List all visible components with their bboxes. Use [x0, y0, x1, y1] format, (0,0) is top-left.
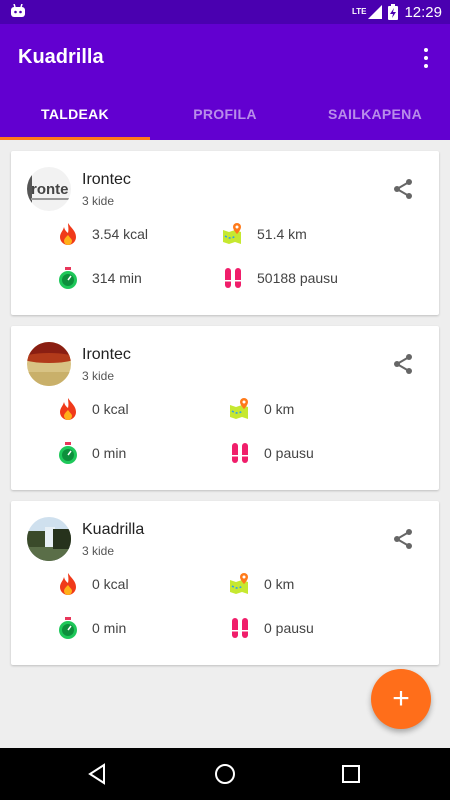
back-icon[interactable]: [86, 762, 110, 786]
team-avatar: ronte: [27, 167, 71, 211]
km-value: 0 km: [264, 401, 295, 417]
team-avatar: [27, 517, 71, 561]
stat-kcal: 3.54 kcal: [56, 219, 148, 249]
kcal-value: 0 kcal: [92, 576, 129, 592]
share-icon[interactable]: [391, 352, 415, 376]
signal-icon: [368, 5, 383, 19]
more-vert-icon[interactable]: [420, 46, 432, 70]
stat-steps: 0 pausu: [228, 438, 314, 468]
team-card[interactable]: Irontec 3 kide 0 kcal 0 km 0 min 0 pausu: [11, 326, 439, 490]
tab-taldeak[interactable]: TALDEAK: [0, 88, 150, 140]
stat-kcal: 0 kcal: [56, 394, 129, 424]
tab-profila[interactable]: PROFILA: [150, 88, 300, 140]
flame-icon: [56, 572, 80, 596]
min-value: 0 min: [92, 445, 127, 461]
stopwatch-icon: [56, 616, 80, 640]
tab-sailkapena[interactable]: SAILKAPENA: [300, 88, 450, 140]
km-value: 0 km: [264, 576, 295, 592]
footprints-icon: [221, 266, 245, 290]
add-icon: +: [392, 682, 410, 715]
stat-kcal: 0 kcal: [56, 569, 129, 599]
map-pin-icon: [228, 397, 252, 421]
footprints-icon: [228, 441, 252, 465]
stat-min: 314 min: [56, 263, 142, 293]
status-bar: LTE 12:29: [0, 0, 450, 24]
team-name: Irontec: [82, 171, 131, 188]
app-title: Kuadrilla: [18, 46, 104, 68]
stat-km: 0 km: [228, 394, 294, 424]
team-card[interactable]: ronte Irontec 3 kide 3.54 kcal 51.4 km 3…: [11, 151, 439, 315]
share-icon[interactable]: [391, 527, 415, 551]
share-icon[interactable]: [391, 177, 415, 201]
flame-icon: [56, 222, 80, 246]
team-name: Irontec: [82, 346, 131, 363]
min-value: 0 min: [92, 620, 127, 636]
battery-charging-icon: [388, 4, 399, 20]
steps-value: 50188 pausu: [257, 270, 338, 286]
stat-min: 0 min: [56, 438, 126, 468]
network-type: LTE: [351, 7, 367, 16]
add-team-button[interactable]: +: [371, 669, 431, 729]
team-card[interactable]: Kuadrilla 3 kide 0 kcal 0 km 0 min 0 pau…: [11, 501, 439, 665]
stat-km: 0 km: [228, 569, 294, 599]
android-debug-icon: [11, 4, 25, 17]
team-members: 3 kide: [82, 544, 115, 558]
map-pin-icon: [221, 222, 245, 246]
stat-min: 0 min: [56, 613, 126, 643]
stopwatch-icon: [56, 266, 80, 290]
stat-steps: 0 pausu: [228, 613, 314, 643]
app-bar: Kuadrilla TALDEAK PROFILA SAILKAPENA: [0, 24, 450, 140]
team-name: Kuadrilla: [82, 521, 145, 538]
team-avatar: [27, 342, 71, 386]
steps-value: 0 pausu: [264, 445, 314, 461]
recents-icon[interactable]: [339, 762, 363, 786]
stat-km: 51.4 km: [221, 219, 307, 249]
stat-steps: 50188 pausu: [221, 263, 338, 293]
min-value: 314 min: [92, 270, 142, 286]
km-value: 51.4 km: [257, 226, 307, 242]
svg-text:ronte: ronte: [31, 181, 69, 198]
map-pin-icon: [228, 572, 252, 596]
stopwatch-icon: [56, 441, 80, 465]
footprints-icon: [228, 616, 252, 640]
team-members: 3 kide: [82, 194, 115, 208]
system-nav-bar: [0, 748, 450, 800]
tab-bar: TALDEAK PROFILA SAILKAPENA: [0, 88, 450, 140]
kcal-value: 0 kcal: [92, 401, 129, 417]
clock: 12:29: [404, 3, 442, 21]
steps-value: 0 pausu: [264, 620, 314, 636]
flame-icon: [56, 397, 80, 421]
home-icon[interactable]: [213, 762, 237, 786]
team-members: 3 kide: [82, 369, 115, 383]
kcal-value: 3.54 kcal: [92, 226, 149, 242]
